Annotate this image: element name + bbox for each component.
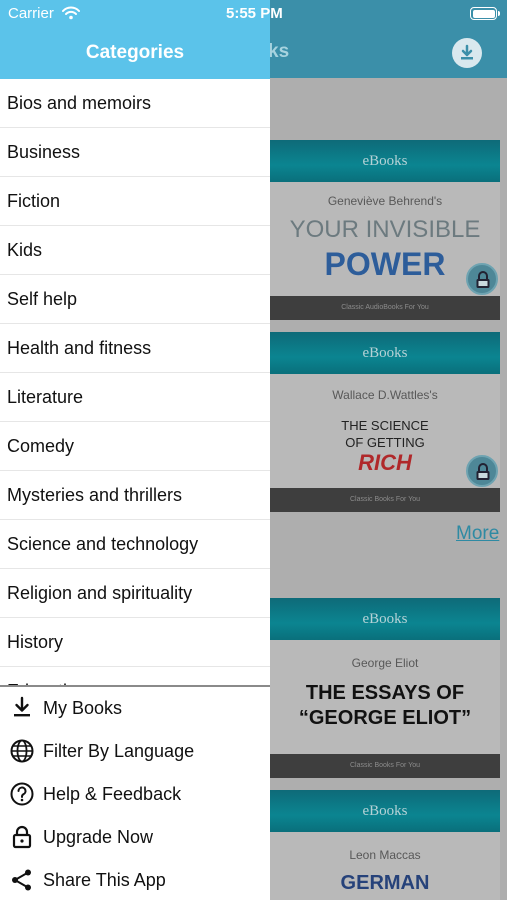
drawer-menu: My Books Filter By Language Help & Feedb…: [0, 687, 270, 900]
book-footer: Classic AudioBooks For You: [270, 296, 500, 320]
wifi-icon: [62, 6, 80, 24]
menu-item-my-books[interactable]: My Books: [0, 687, 270, 730]
book-title-line: OF GETTING: [345, 435, 425, 450]
book-brand: eBooks: [270, 598, 500, 640]
category-item[interactable]: Kids: [0, 226, 270, 275]
menu-item-label: Help & Feedback: [43, 784, 182, 804]
category-item[interactable]: Religion and spirituality: [0, 569, 270, 618]
category-item[interactable]: Health and fitness: [0, 324, 270, 373]
category-item[interactable]: Mysteries and thrillers: [0, 471, 270, 520]
category-item[interactable]: Self help: [0, 275, 270, 324]
category-item[interactable]: Bios and memoirs: [0, 79, 270, 128]
drawer-title: Categories: [85, 42, 185, 63]
more-link[interactable]: More: [456, 523, 499, 545]
globe-icon: [9, 738, 35, 764]
category-item[interactable]: Literature: [0, 373, 270, 422]
book-author: Geneviève Behrend's: [327, 194, 443, 208]
share-icon: [9, 867, 35, 893]
menu-item-label: My Books: [43, 698, 123, 718]
menu-item-label: Upgrade Now: [43, 827, 154, 847]
book-author: Leon Maccas: [349, 848, 421, 862]
book-author: George Eliot: [351, 656, 419, 670]
menu-item-filter-language[interactable]: Filter By Language: [0, 730, 270, 773]
book-brand: eBooks: [270, 332, 500, 374]
book-card[interactable]: eBooks Geneviève Behrend's YOUR INVISIBL…: [270, 140, 500, 320]
categories-drawer: Categories Bios and memoirs Business Fic…: [0, 0, 270, 900]
category-item[interactable]: Comedy: [0, 422, 270, 471]
download-icon[interactable]: [452, 38, 482, 68]
book-card[interactable]: eBooks George Eliot THE ESSAYS OF “GEORG…: [270, 598, 500, 778]
book-title-line: THE ESSAYS OF: [305, 682, 465, 704]
download-icon: [9, 695, 35, 721]
lock-icon: [9, 824, 35, 850]
book-brand: eBooks: [270, 140, 500, 182]
book-footer: Classic Books For You: [270, 754, 500, 778]
book-title-line: GERMAN: [340, 872, 430, 894]
category-item[interactable]: Science and technology: [0, 520, 270, 569]
menu-item-help-feedback[interactable]: Help & Feedback: [0, 773, 270, 816]
menu-item-share[interactable]: Share This App: [0, 859, 270, 900]
lock-icon: [466, 455, 498, 487]
app-title: ks: [268, 41, 290, 62]
status-time: 5:55 PM: [226, 5, 283, 22]
category-item[interactable]: Education: [0, 667, 270, 685]
book-author: Wallace D.Wattles's: [332, 388, 438, 402]
status-bar: Carrier 5:55 PM: [0, 0, 507, 28]
book-title-line: YOUR INVISIBLE: [289, 216, 481, 243]
menu-item-upgrade[interactable]: Upgrade Now: [0, 816, 270, 859]
book-title-line: “GEORGE ELIOT”: [298, 707, 472, 729]
book-footer: Classic Books For You: [270, 488, 500, 512]
book-title-line: THE SCIENCE: [341, 418, 429, 433]
battery-tip: [498, 11, 500, 16]
category-item[interactable]: Fiction: [0, 177, 270, 226]
menu-item-label: Filter By Language: [43, 741, 195, 761]
category-item[interactable]: Business: [0, 128, 270, 177]
category-list[interactable]: Bios and memoirs Business Fiction Kids S…: [0, 79, 270, 685]
lock-icon: [466, 263, 498, 295]
battery-icon: [470, 7, 497, 20]
menu-item-label: Share This App: [43, 870, 166, 890]
book-card[interactable]: eBooks Leon Maccas GERMAN: [270, 790, 500, 900]
book-brand: eBooks: [270, 790, 500, 832]
help-icon: [9, 781, 35, 807]
book-card[interactable]: eBooks Wallace D.Wattles's THE SCIENCE O…: [270, 332, 500, 512]
carrier-label: Carrier: [8, 5, 54, 22]
category-item[interactable]: History: [0, 618, 270, 667]
